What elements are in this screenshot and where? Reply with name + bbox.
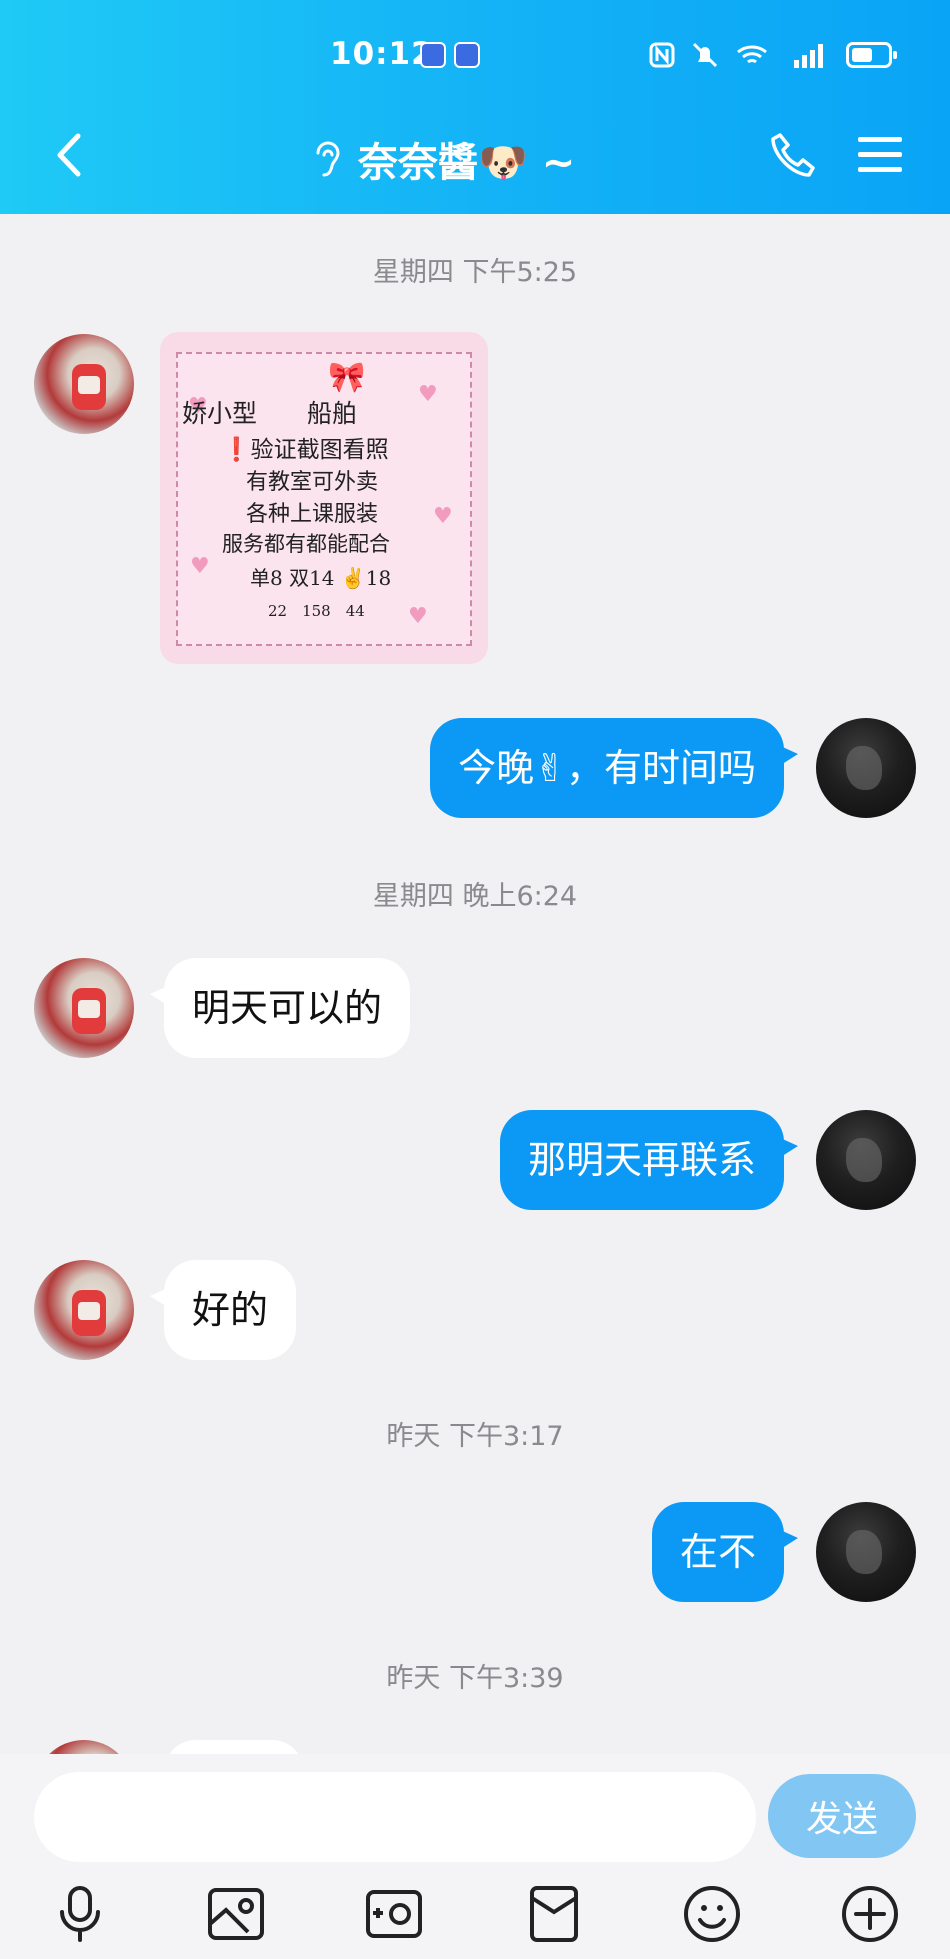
outgoing-message[interactable]: 在不: [651, 1502, 799, 1602]
battery-icon: [846, 42, 897, 68]
emoji-icon[interactable]: [680, 1882, 744, 1946]
my-avatar[interactable]: [816, 1110, 916, 1210]
phone-icon[interactable]: [768, 130, 818, 180]
my-avatar[interactable]: [816, 1502, 916, 1602]
image-card-frame: ♥ ♥ ♥ ♥ ♥ 🎀 娇小型 船舶 ❗验证截图看照 有教室可外卖 各种上课服装…: [176, 352, 472, 646]
card-text: 有教室可外卖: [246, 470, 379, 495]
chat-area[interactable]: 星期四 下午5:25 ♥ ♥ ♥ ♥ ♥ 🎀 娇小型 船舶 ❗验证截图看照 有教…: [0, 214, 950, 1754]
timestamp: 星期四 晚上6:24: [372, 881, 578, 912]
contact-avatar[interactable]: [34, 1260, 134, 1360]
microphone-icon[interactable]: [48, 1882, 112, 1946]
heart-decoration: ♥: [190, 554, 210, 579]
camera-icon[interactable]: [362, 1882, 426, 1946]
contact-avatar[interactable]: [34, 334, 134, 434]
card-text: ❗验证截图看照: [222, 437, 389, 463]
status-bar: 10:12: [0, 30, 950, 80]
heart-decoration: ♥: [408, 604, 428, 629]
outgoing-message[interactable]: 那明天再联系: [499, 1110, 799, 1210]
status-time: 10:12: [330, 36, 434, 72]
nfc-icon: [649, 42, 675, 68]
shield-app-icon: [454, 42, 480, 68]
input-toolbar: [0, 1882, 950, 1958]
timestamp: 昨天 下午3:39: [386, 1663, 564, 1694]
my-avatar[interactable]: [816, 718, 916, 818]
page-title: 奈奈醬🐶 ~: [358, 140, 576, 186]
bow-icon: 🎀: [328, 360, 366, 395]
incoming-message-partial[interactable]: [164, 1740, 304, 1754]
back-icon[interactable]: [50, 130, 90, 180]
card-text: 娇小型 船舶: [182, 399, 358, 428]
title-wrap[interactable]: 奈奈醬🐶 ~: [310, 130, 575, 188]
heart-decoration: ♥: [433, 504, 453, 529]
heart-decoration: ♥: [418, 382, 438, 407]
incoming-message[interactable]: 好的: [149, 1260, 297, 1360]
red-packet-icon[interactable]: [522, 1882, 586, 1946]
signal-icon: [794, 44, 823, 68]
wifi-icon: [737, 45, 767, 64]
timestamp: 星期四 下午5:25: [372, 257, 578, 288]
ear-icon: [316, 141, 340, 177]
image-icon[interactable]: [204, 1882, 268, 1946]
incoming-message[interactable]: 明天可以的: [149, 958, 411, 1058]
menu-icon[interactable]: [856, 134, 904, 176]
plus-icon[interactable]: [838, 1882, 902, 1946]
send-button[interactable]: 发送: [768, 1774, 916, 1858]
nav-bar: 奈奈醬🐶 ~: [0, 120, 950, 190]
mute-bell-icon: [692, 42, 718, 68]
card-text: 各种上课服装: [246, 502, 379, 527]
card-text: 22 158 44: [268, 602, 365, 620]
input-bar: 发送: [0, 1754, 950, 1959]
timestamp: 昨天 下午3:17: [386, 1421, 564, 1452]
message-input[interactable]: [34, 1772, 756, 1862]
contact-avatar[interactable]: [34, 958, 134, 1058]
image-message[interactable]: ♥ ♥ ♥ ♥ ♥ 🎀 娇小型 船舶 ❗验证截图看照 有教室可外卖 各种上课服装…: [160, 332, 488, 664]
navigation-app-icon: [420, 42, 446, 68]
contact-avatar[interactable]: [34, 1740, 134, 1754]
outgoing-message[interactable]: 今晚✌，有时间吗: [430, 718, 798, 818]
chat-header: 10:12 奈奈醬🐶 ~: [0, 0, 950, 214]
card-text: 单8 双14 ✌18: [250, 566, 392, 590]
status-icons: [648, 40, 897, 70]
card-text: 服务都有都能配合: [222, 532, 390, 556]
